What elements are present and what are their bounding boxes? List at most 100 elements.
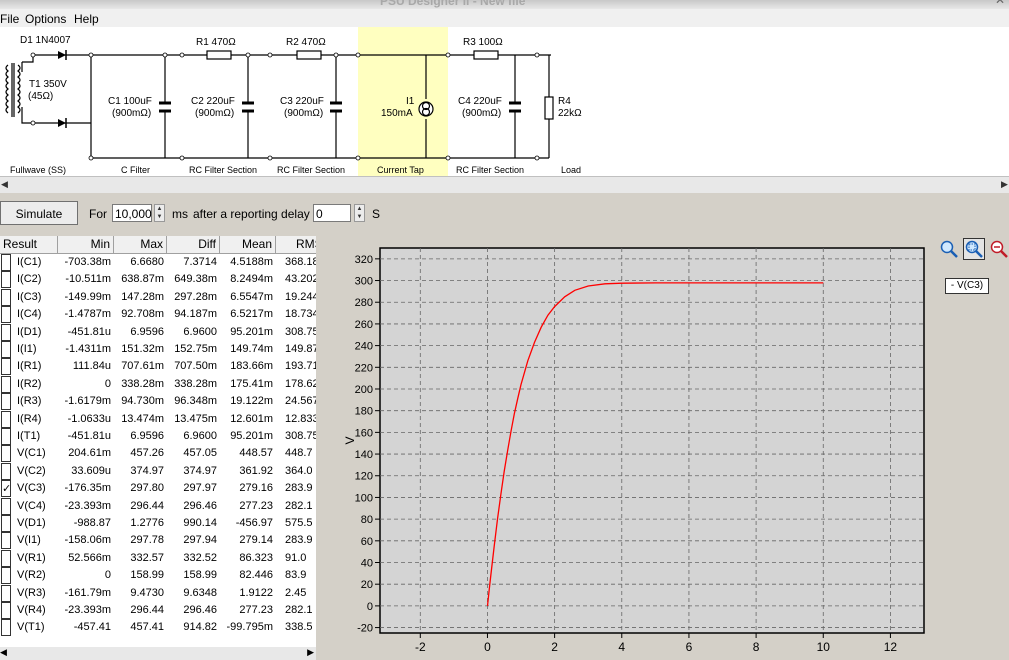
cell-rms: 83.9 [285, 569, 307, 582]
cell-mean: 8.2494m [230, 273, 273, 286]
cell-max: 638.87m [121, 273, 164, 286]
section-rc-filter-1: RC Filter Section [189, 165, 257, 175]
cell-mean: 279.16 [239, 482, 273, 495]
table-row[interactable]: V(D1) -988.87 1.2776 990.14 -456.97 575.5 [0, 515, 316, 532]
row-checkbox[interactable] [1, 549, 11, 567]
cell-mean: -99.795m [226, 621, 273, 634]
zoom-out-icon[interactable] [988, 238, 1009, 260]
table-row[interactable]: V(T1) -457.41 457.41 914.82 -99.795m 338.5 [0, 619, 316, 637]
row-checkbox[interactable] [1, 358, 11, 376]
close-icon[interactable]: ✕ [995, 0, 1005, 7]
row-checkbox[interactable] [1, 375, 11, 393]
voltage-chart: -2 0 2 4 6 8 10 12-2002040608010012014016018020… [343, 247, 925, 654]
row-checkbox[interactable]: ✓ [1, 480, 11, 498]
cell-mean: 82.446 [239, 569, 273, 582]
cell-result: V(D1) [17, 517, 46, 529]
scroll-left-icon[interactable]: ◀ [0, 647, 7, 658]
spin-up-icon[interactable]: ▲ [355, 205, 364, 213]
delay-spinner[interactable]: ▲ ▼ [354, 204, 365, 222]
row-checkbox[interactable] [1, 532, 11, 550]
table-row[interactable]: I(C2) -10.511m 638.87m 649.38m 8.2494m 43.202 [0, 271, 316, 289]
table-row[interactable]: I(T1) -451.81u 6.9596 6.9600 95.201m 308.75 [0, 428, 316, 445]
row-checkbox[interactable] [1, 306, 11, 324]
menu-options[interactable]: Options [25, 12, 66, 26]
row-checkbox[interactable] [1, 515, 11, 532]
schematic-scrollbar[interactable]: ◀ ▶ [0, 176, 1009, 193]
cell-result: V(I1) [17, 534, 41, 547]
table-row[interactable]: V(R2) 0 158.99 158.99 82.446 83.9 [0, 567, 316, 585]
label-c2-esr: (900mΩ) [195, 108, 234, 119]
row-checkbox[interactable] [1, 462, 11, 480]
cell-result: I(C1) [17, 256, 42, 268]
table-row[interactable]: I(C3) -149.99m 147.28m 297.28m 6.5547m 19.244 [0, 288, 316, 306]
row-checkbox[interactable] [1, 567, 11, 585]
table-row[interactable]: I(R1) 111.84u 707.61m 707.50m 183.66m 193.71 [0, 358, 316, 376]
row-checkbox[interactable] [1, 428, 11, 445]
section-load: Load [561, 165, 581, 175]
scroll-right-icon[interactable]: ▶ [1000, 178, 1009, 190]
col-rms[interactable]: RMS [276, 236, 316, 253]
row-checkbox[interactable] [1, 323, 11, 341]
row-checkbox[interactable] [1, 602, 11, 619]
col-diff[interactable]: Diff [167, 236, 220, 253]
row-checkbox[interactable] [1, 288, 11, 306]
row-checkbox[interactable] [1, 341, 11, 358]
row-checkbox[interactable] [1, 393, 11, 411]
cell-max: 296.44 [130, 604, 164, 616]
table-row[interactable]: I(C1) -703.38m 6.6680 7.3714 4.5188m 368.18 [0, 254, 316, 271]
col-mean[interactable]: Mean [220, 236, 276, 253]
row-checkbox[interactable] [1, 497, 11, 515]
cell-rms: 308.75 [285, 430, 316, 442]
window-title: PSU Designer II - New file [380, 0, 526, 8]
table-row[interactable]: I(R4) -1.0633u 13.474m 13.475m 12.601m 12.833 [0, 410, 316, 428]
duration-input[interactable]: 10,000 [112, 204, 152, 222]
table-row[interactable]: V(I1) -158.06m 297.78 297.94 279.14 283.9 [0, 532, 316, 550]
table-row[interactable]: V(C1) 204.61m 457.26 457.05 448.57 448.7 [0, 445, 316, 463]
row-checkbox[interactable] [1, 271, 11, 289]
table-row[interactable]: ✓ V(C3) -176.35m 297.80 297.97 279.16 283.9 [0, 480, 316, 498]
transformer-symbol [5, 63, 21, 117]
cell-mean: 95.201m [230, 325, 273, 338]
zoom-box-icon[interactable] [963, 238, 985, 260]
table-row[interactable]: I(R3) -1.6179m 94.730m 96.348m 19.122m 24.567 [0, 393, 316, 411]
section-current-tap: Current Tap [377, 165, 424, 175]
table-row[interactable]: I(C4) -1.4787m 92.708m 94.187m 6.5217m 18.734 [0, 306, 316, 324]
cell-diff: 296.46 [183, 499, 217, 512]
label-c3-name: C3 220uF [280, 96, 324, 107]
simulate-button[interactable]: Simulate [0, 201, 78, 225]
ms-label: ms [172, 207, 188, 221]
cell-max: 6.9596 [130, 325, 164, 338]
duration-spinner[interactable]: ▲ ▼ [154, 204, 165, 222]
delay-input[interactable]: 0 [313, 204, 351, 222]
row-checkbox[interactable] [1, 619, 11, 637]
menu-file[interactable]: File [0, 12, 19, 26]
table-row[interactable]: V(R3) -161.79m 9.4730 9.6348 1.9122 2.45 [0, 584, 316, 602]
table-row[interactable]: V(C4) -23.393m 296.44 296.46 277.23 282.1 [0, 497, 316, 515]
spin-down-icon[interactable]: ▼ [155, 213, 164, 221]
x-tick-label: 8 [753, 640, 760, 654]
menu-help[interactable]: Help [74, 12, 99, 26]
col-result[interactable]: Result [0, 236, 58, 253]
scroll-right-icon[interactable]: ▶ [307, 647, 314, 658]
label-r4-name: R4 [558, 96, 571, 107]
scroll-left-icon[interactable]: ◀ [0, 178, 9, 190]
cell-max: 297.78 [130, 534, 164, 547]
table-row[interactable]: V(R4) -23.393m 296.44 296.46 277.23 282.1 [0, 602, 316, 619]
row-checkbox[interactable] [1, 254, 11, 271]
spin-down-icon[interactable]: ▼ [355, 213, 364, 221]
row-checkbox[interactable] [1, 584, 11, 602]
col-max[interactable]: Max [114, 236, 167, 253]
spin-up-icon[interactable]: ▲ [155, 205, 164, 213]
zoom-in-icon[interactable] [938, 238, 960, 260]
table-row[interactable]: I(D1) -451.81u 6.9596 6.9600 95.201m 308.75 [0, 323, 316, 341]
cell-rms: 368.18 [285, 256, 316, 268]
row-checkbox[interactable] [1, 410, 11, 428]
col-min[interactable]: Min [58, 236, 114, 253]
results-scrollbar[interactable]: ◀ ▶ [0, 647, 316, 660]
table-row[interactable]: I(R2) 0 338.28m 338.28m 175.41m 178.62 [0, 375, 316, 393]
row-checkbox[interactable] [1, 445, 11, 463]
table-row[interactable]: I(I1) -1.4311m 151.32m 152.75m 149.74m 149.87 [0, 341, 316, 358]
table-row[interactable]: V(C2) 33.609u 374.97 374.97 361.92 364.0 [0, 462, 316, 480]
label-c1-esr: (900mΩ) [112, 108, 151, 119]
table-row[interactable]: V(R1) 52.566m 332.57 332.52 86.323 91.0 [0, 549, 316, 567]
